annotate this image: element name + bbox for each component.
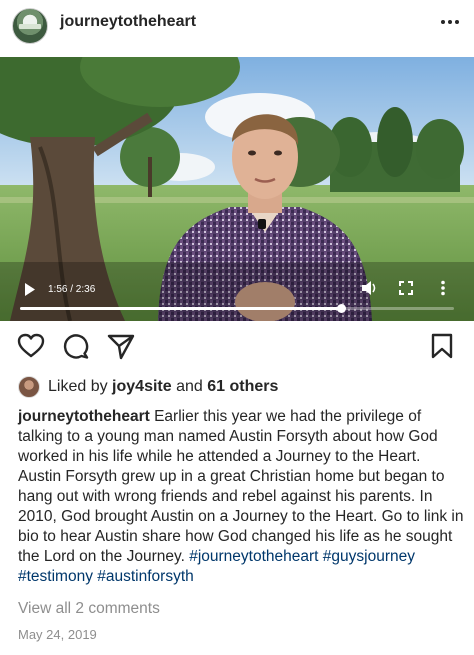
- post-header: journeytotheheart: [0, 0, 474, 52]
- volume-icon[interactable]: [360, 279, 378, 297]
- likes-summary: Liked by joy4site and 61 others: [18, 376, 458, 400]
- more-vertical-icon[interactable]: [440, 280, 446, 296]
- caption-username[interactable]: journeytotheheart: [18, 408, 150, 425]
- video-progress-fill: [20, 307, 342, 310]
- fullscreen-icon[interactable]: [399, 281, 413, 295]
- liker-avatar[interactable]: [18, 376, 40, 398]
- caption-text: Earlier this year we had the privilege o…: [18, 408, 464, 565]
- bookmark-icon[interactable]: [428, 332, 456, 360]
- more-horizontal-icon[interactable]: [437, 10, 463, 34]
- post-caption: journeytotheheart Earlier this year we h…: [18, 407, 464, 587]
- action-bar: [0, 332, 474, 366]
- likes-text[interactable]: Liked by joy4site and 61 others: [48, 378, 278, 396]
- post-date: May 24, 2019: [18, 627, 97, 642]
- likes-others[interactable]: 61 others: [207, 378, 278, 395]
- likes-user[interactable]: joy4site: [112, 378, 172, 395]
- view-comments-link[interactable]: View all 2 comments: [18, 600, 160, 618]
- play-icon[interactable]: [24, 283, 36, 296]
- send-icon[interactable]: [107, 332, 135, 360]
- comment-icon[interactable]: [62, 332, 90, 360]
- video-progress-bar[interactable]: [20, 304, 454, 313]
- video-time: 1:56 / 2:36: [48, 284, 96, 295]
- heart-icon[interactable]: [17, 332, 45, 360]
- likes-conjunction: and: [176, 378, 203, 395]
- likes-prefix: Liked by: [48, 378, 108, 395]
- post-username[interactable]: journeytotheheart: [60, 13, 196, 31]
- profile-avatar[interactable]: [12, 8, 48, 44]
